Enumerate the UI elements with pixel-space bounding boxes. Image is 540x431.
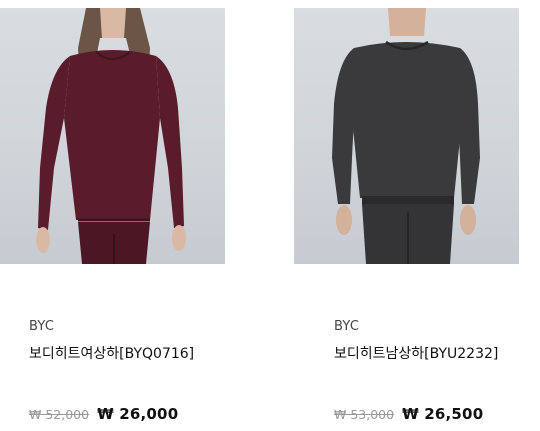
product-title[interactable]: 보디히트남상하[BYU2232]: [334, 343, 498, 363]
product-title[interactable]: 보디히트여상하[BYQ0716]: [29, 343, 194, 363]
price-row: ₩ 53,000 ₩ 26,500: [334, 405, 483, 423]
product-brand: BYC: [334, 319, 360, 334]
original-price: ₩ 52,000: [29, 407, 90, 422]
product-image-1[interactable]: [0, 8, 225, 264]
price-row: ₩ 52,000 ₩ 26,000: [29, 405, 178, 423]
product-brand: BYC: [29, 319, 55, 334]
sale-price: ₩ 26,000: [97, 405, 179, 423]
product-card-2[interactable]: BYC 보디히트남상하[BYU2232] ₩ 53,000 ₩ 26,500: [294, 0, 530, 431]
sale-price: ₩ 26,500: [402, 405, 484, 423]
original-price: ₩ 53,000: [334, 407, 395, 422]
product-image-2[interactable]: [294, 8, 519, 264]
product-card-1[interactable]: BYC 보디히트여상하[BYQ0716] ₩ 52,000 ₩ 26,000: [0, 0, 236, 431]
